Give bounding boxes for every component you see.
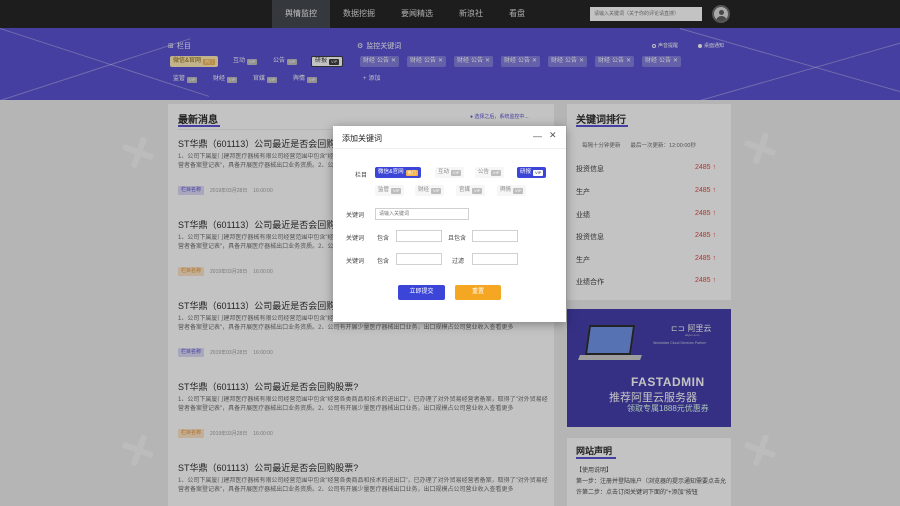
modal-chip-sentiment[interactable]: 舆情 VIP xyxy=(497,185,527,196)
modal-chip-notice[interactable]: 公告 VIP xyxy=(475,167,505,178)
include-label: 包含 xyxy=(377,236,390,242)
modal-chip-report[interactable]: 研报 VIP xyxy=(517,167,547,178)
and-include-label: 且包含 xyxy=(448,236,467,242)
column-label: 栏目 xyxy=(355,173,368,179)
modal-chip-finance[interactable]: 财经 VIP xyxy=(415,185,445,196)
keyword-label-3: 关键词 xyxy=(346,259,365,265)
modal-chip-interact[interactable]: 互动 VIP xyxy=(435,167,465,178)
filter-label: 过滤 xyxy=(452,259,465,265)
reset-button[interactable]: 重置 xyxy=(455,285,501,300)
modal-chip-official[interactable]: 官媒 VIP xyxy=(456,185,486,196)
include-input-2[interactable] xyxy=(396,253,442,265)
modal-chip-wechat[interactable]: 微信&官网 热门 xyxy=(375,167,421,178)
filter-input[interactable] xyxy=(472,253,518,265)
keyword-label-2: 关键词 xyxy=(346,236,365,242)
modal-chip-regulation[interactable]: 监管 VIP xyxy=(375,185,405,196)
add-keyword-modal: 添加关键词 — ✕ 栏目 微信&官网 热门 互动 VIP 公告 VIP 研报 VIP 监… xyxy=(333,126,566,322)
include-label-2: 包含 xyxy=(377,259,390,265)
modal-title: 添加关键词 xyxy=(342,134,382,143)
keyword-input[interactable] xyxy=(375,208,469,220)
submit-button[interactable]: 立即提交 xyxy=(398,285,445,300)
include-input[interactable] xyxy=(396,230,442,242)
keyword-label: 关键词 xyxy=(346,213,365,219)
close-icon[interactable]: ✕ xyxy=(549,130,557,141)
minimize-icon[interactable]: — xyxy=(533,131,542,141)
and-include-input[interactable] xyxy=(472,230,518,242)
